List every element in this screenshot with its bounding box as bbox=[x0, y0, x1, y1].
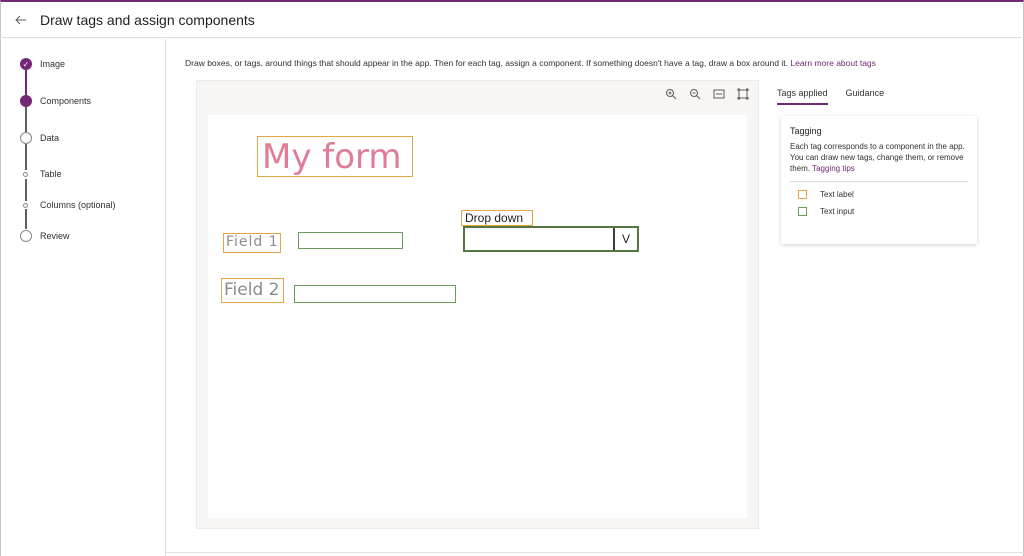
card-text: Each tag corresponds to a component in t… bbox=[790, 141, 968, 174]
step-review[interactable]: Review bbox=[20, 230, 70, 242]
page-title: Draw tags and assign components bbox=[40, 11, 255, 28]
text-input-tag[interactable] bbox=[298, 232, 403, 249]
step-connector bbox=[25, 209, 27, 229]
zoom-in-icon[interactable] bbox=[664, 87, 678, 101]
fit-width-icon[interactable] bbox=[712, 87, 726, 101]
legend-label: Text label bbox=[820, 190, 854, 199]
tab-guidance[interactable]: Guidance bbox=[846, 80, 885, 104]
text-input-swatch-icon bbox=[798, 207, 807, 216]
pending-step-icon bbox=[20, 230, 32, 242]
pending-step-icon bbox=[20, 132, 32, 144]
substep-icon bbox=[23, 202, 28, 208]
image-canvas: My form Field 1 Field 2 Drop down V bbox=[196, 80, 759, 529]
step-components[interactable]: Components bbox=[20, 95, 91, 107]
step-label: Columns (optional) bbox=[40, 200, 116, 210]
step-label: Data bbox=[40, 133, 60, 143]
header: Draw tags and assign components bbox=[0, 2, 1022, 38]
instructions-text: Draw boxes, or tags, around things that … bbox=[185, 58, 788, 68]
step-label: Components bbox=[40, 96, 92, 106]
back-arrow-icon[interactable] bbox=[14, 13, 28, 27]
sketch-title: My form bbox=[262, 137, 402, 177]
substep-icon bbox=[23, 171, 28, 177]
panel-tabs: Tags applied Guidance bbox=[777, 80, 977, 105]
step-connector bbox=[25, 70, 27, 96]
canvas-toolbar bbox=[664, 87, 750, 101]
text-label-swatch-icon bbox=[798, 190, 807, 199]
step-label: Table bbox=[40, 169, 62, 179]
learn-more-link[interactable]: Learn more about tags bbox=[790, 58, 876, 68]
legend-label: Text input bbox=[820, 207, 855, 216]
legend-text-label: Text label bbox=[798, 190, 968, 199]
instructions: Draw boxes, or tags, around things that … bbox=[185, 58, 876, 68]
tags-panel: Tags applied Guidance Tagging Each tag c… bbox=[777, 80, 977, 244]
dropdown-sketch[interactable]: V bbox=[463, 226, 639, 252]
zoom-out-icon[interactable] bbox=[688, 87, 702, 101]
dropdown-label: Drop down bbox=[465, 211, 524, 225]
card-title: Tagging bbox=[790, 126, 822, 136]
text-input-tag[interactable] bbox=[294, 285, 456, 303]
step-table[interactable]: Table bbox=[20, 169, 62, 179]
chevron-down-icon: V bbox=[613, 228, 637, 250]
fit-screen-icon[interactable] bbox=[736, 87, 750, 101]
tagging-tips-link[interactable]: Tagging tips bbox=[812, 164, 855, 173]
step-image[interactable]: ✓ Image bbox=[20, 58, 65, 70]
step-columns[interactable]: Columns (optional) bbox=[20, 200, 116, 210]
step-label: Image bbox=[40, 59, 66, 69]
sketch-image: My form Field 1 Field 2 Drop down V bbox=[208, 115, 747, 518]
tagging-card: Tagging Each tag corresponds to a compon… bbox=[781, 116, 977, 244]
field1-label: Field 1 bbox=[226, 234, 279, 250]
step-connector bbox=[25, 144, 27, 170]
checkmark-icon: ✓ bbox=[20, 58, 32, 70]
step-list: ✓ Image Components Data Table Columns (o… bbox=[0, 39, 166, 556]
step-label: Review bbox=[40, 231, 70, 241]
current-step-icon bbox=[20, 95, 32, 107]
field2-label: Field 2 bbox=[224, 280, 280, 300]
footer-divider bbox=[166, 552, 1024, 553]
step-connector bbox=[25, 107, 27, 135]
step-data[interactable]: Data bbox=[20, 132, 59, 144]
tab-tags-applied[interactable]: Tags applied bbox=[777, 80, 828, 105]
legend-text-input: Text input bbox=[798, 207, 968, 216]
divider bbox=[790, 181, 968, 182]
step-connector bbox=[25, 179, 27, 201]
